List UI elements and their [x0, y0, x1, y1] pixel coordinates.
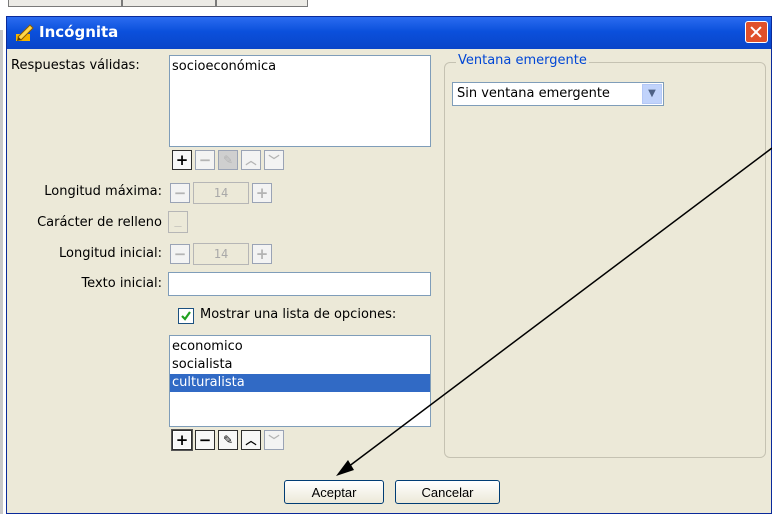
annotation-arrow: [336, 147, 772, 476]
